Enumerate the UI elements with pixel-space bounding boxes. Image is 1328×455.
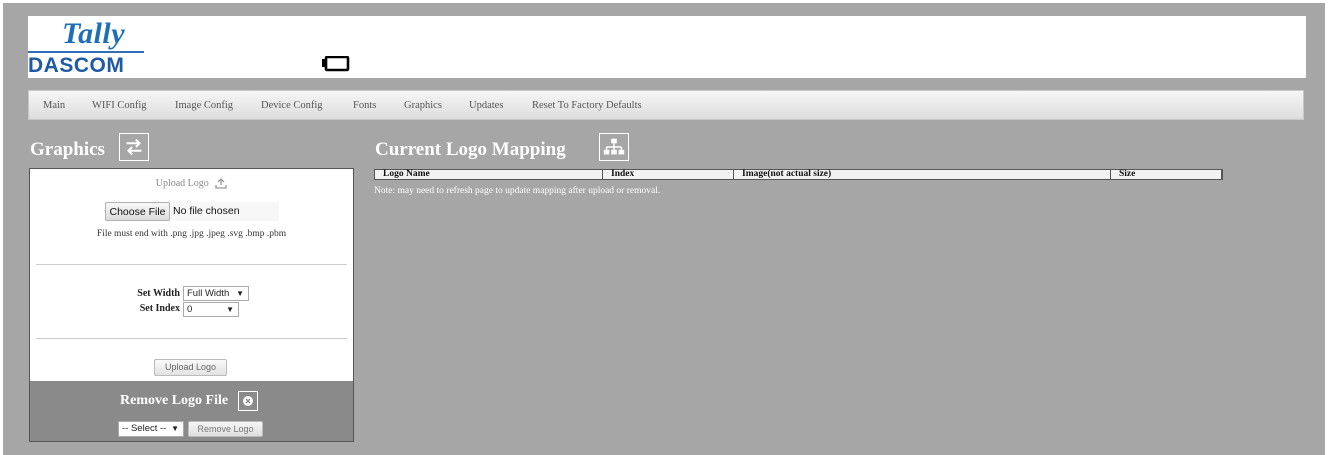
nav-item-device-config[interactable]: Device Config — [261, 91, 323, 121]
graphics-title: Graphics — [30, 139, 105, 160]
nav-item-reset-factory-defaults[interactable]: Reset To Factory Defaults — [532, 91, 642, 121]
panel-divider — [36, 338, 347, 339]
remove-logo-select[interactable]: -- Select -- ▼ — [118, 421, 184, 437]
nav-item-image-config[interactable]: Image Config — [175, 91, 233, 121]
remove-circle-icon[interactable] — [238, 391, 258, 411]
sitemap-icon — [599, 133, 629, 161]
nav-item-fonts[interactable]: Fonts — [353, 91, 376, 121]
remove-logo-select-value: -- Select -- — [122, 423, 167, 434]
current-logo-mapping-title: Current Logo Mapping — [375, 139, 566, 160]
upload-logo-heading: Upload Logo — [30, 178, 353, 189]
file-type-note: File must end with .png .jpg .jpeg .svg … — [96, 229, 287, 239]
remove-logo-button[interactable]: Remove Logo — [188, 421, 263, 437]
chevron-down-icon: ▼ — [226, 305, 234, 314]
file-input[interactable]: Choose File No file chosen — [105, 202, 279, 221]
nav-item-graphics[interactable]: Graphics — [404, 91, 442, 121]
chevron-down-icon: ▼ — [236, 289, 244, 298]
column-header-index: Index — [603, 169, 734, 179]
panel-divider — [36, 264, 347, 265]
set-width-label: Set Width — [137, 288, 180, 299]
set-width-value: Full Width — [187, 288, 230, 299]
column-header-image: Image(not actual size) — [734, 169, 1111, 179]
remove-logo-section: Remove Logo File -- Select -- ▼ Remove L… — [30, 381, 353, 441]
upload-logo-button[interactable]: Upload Logo — [154, 359, 227, 376]
column-header-size: Size — [1111, 169, 1222, 179]
brand-logo-tally: Tally — [62, 17, 126, 50]
set-index-select[interactable]: 0 ▼ — [183, 302, 239, 317]
chevron-down-icon: ▼ — [171, 424, 179, 433]
logo-mapping-table: Logo Name Index Image(not actual size) S… — [374, 169, 1223, 180]
upload-icon — [215, 178, 227, 189]
nav-item-main[interactable]: Main — [43, 91, 65, 121]
column-header-logo-name: Logo Name — [375, 169, 603, 179]
set-width-select[interactable]: Full Width ▼ — [183, 286, 249, 301]
nav-item-updates[interactable]: Updates — [469, 91, 503, 121]
brand-logo-dascom: DASCOM — [28, 54, 125, 77]
remove-logo-title: Remove Logo File — [120, 393, 229, 408]
upload-logo-panel: Upload Logo Choose File No file chosen F… — [29, 168, 354, 442]
swap-arrows-icon[interactable] — [119, 133, 149, 161]
choose-file-button[interactable]: Choose File — [105, 202, 170, 221]
brand-logo-divider — [28, 51, 144, 53]
refresh-note: Note: may need to refresh page to update… — [374, 186, 661, 196]
no-file-chosen-text: No file chosen — [173, 205, 240, 217]
nav-item-wifi-config[interactable]: WIFI Config — [92, 91, 147, 121]
battery-icon — [322, 56, 350, 72]
set-index-value: 0 — [187, 304, 193, 315]
set-index-label: Set Index — [139, 303, 180, 314]
upload-logo-heading-label: Upload Logo — [155, 178, 209, 189]
header-bar: Tally DASCOM — [28, 16, 1306, 78]
main-nav: Main WIFI Config Image Config Device Con… — [28, 90, 1304, 120]
